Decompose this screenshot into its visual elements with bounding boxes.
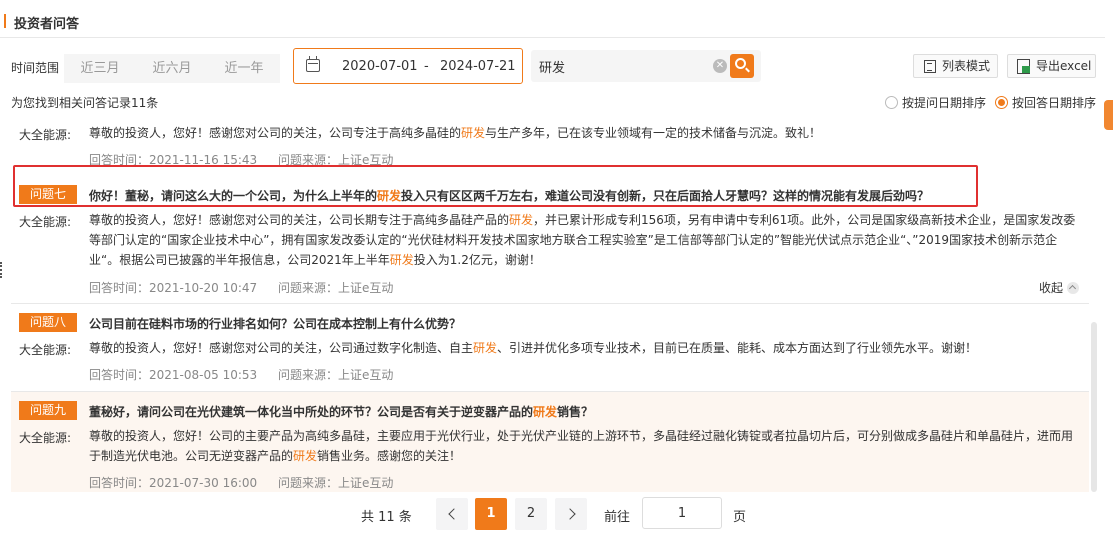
answer-meta: 回答时间：2021-11-16 15:43 问题来源：上证e互动 [89, 153, 394, 167]
radio-icon [885, 96, 898, 109]
qa-item: 问题九 董秘好，请问公司在光伏建筑一体化当中所处的环节？公司是否有关于逆变器产品… [11, 391, 1089, 492]
answer-label: 大全能源: [19, 431, 72, 445]
list-icon [924, 60, 936, 73]
answer-time: 2021-11-16 15:43 [149, 153, 258, 167]
date-range-picker[interactable]: 2020-07-01 - 2024-07-21 [293, 48, 523, 84]
list-scrollbar[interactable] [1091, 322, 1097, 492]
answer-text: 尊敬的投资人，您好！感谢您对公司的关注，公司长期专注于高纯多晶硅产品的研发，并已… [89, 213, 1076, 267]
search-input[interactable] [539, 56, 699, 76]
collapse-button[interactable]: 收起 [1039, 279, 1079, 296]
date-separator: - [424, 59, 429, 74]
sort-by-answer-date-radio[interactable]: 按回答日期排序 [995, 94, 1096, 111]
question-row[interactable]: 问题九 董秘好，请问公司在光伏建筑一体化当中所处的环节？公司是否有关于逆变器产品… [11, 398, 1089, 422]
prev-page-button[interactable] [436, 498, 468, 530]
time-range-label: 时间范围 [11, 61, 60, 75]
filter-bar: 时间范围 近三月 近六月 近一年 2020-07-01 - 2024-07-21… [0, 46, 1113, 86]
sort-by-ask-date-radio[interactable]: 按提问日期排序 [885, 94, 986, 111]
question-text: 公司目前在硅料市场的行业排名如何？公司在成本控制上有什么优势？ [89, 317, 462, 331]
chevron-left-icon [447, 508, 460, 520]
qa-item: 问题八 公司目前在硅料市场的行业排名如何？公司在成本控制上有什么优势？ 大全能源… [11, 303, 1089, 389]
question-tag: 问题八 [19, 313, 77, 332]
section-header: 投资者问答 [0, 0, 1105, 38]
answer-meta: 回答时间：2021-08-05 10:53 问题来源：上证e互动 [89, 368, 394, 382]
question-source: 上证e互动 [338, 153, 394, 167]
question-text: 你好！董秘，请问这么大的一个公司，为什么上半年的研发投入只有区区两千万左右，难道… [89, 189, 930, 203]
range-button-group: 近三月 近六月 近一年 [64, 54, 280, 83]
goto-label: 前往 [604, 510, 631, 525]
pagination: 共 11 条 1 2 前往 页 [0, 496, 1113, 532]
qa-list: 大全能源: 尊敬的投资人，您好！感谢您对公司的关注，公司专注于高纯多晶硅的研发与… [11, 114, 1089, 492]
answer-time: 2021-10-20 10:47 [149, 281, 258, 295]
export-excel-button[interactable]: 导出excel [1007, 54, 1096, 78]
drag-handle[interactable] [0, 262, 3, 278]
answer-text: 尊敬的投资人，您好！公司的主要产品为高纯多晶硅，主要应用于光伏行业，处于光伏产业… [89, 429, 1074, 463]
list-mode-button[interactable]: 列表模式 [913, 54, 998, 78]
question-tag: 问题七 [19, 185, 77, 204]
question-tag: 问题九 [19, 401, 77, 420]
qa-item: 大全能源: 尊敬的投资人，您好！感谢您对公司的关注，公司专注于高纯多晶硅的研发与… [11, 114, 1089, 167]
answer-label: 大全能源: [19, 215, 72, 229]
page-1-button[interactable]: 1 [475, 498, 507, 530]
radio-selected-icon [995, 96, 1008, 109]
goto-page-input[interactable] [642, 497, 722, 529]
title-accent-bar [4, 14, 6, 28]
next-page-button[interactable] [555, 498, 587, 530]
question-source: 上证e互动 [338, 281, 394, 295]
page-unit-label: 页 [733, 510, 747, 525]
date-end[interactable]: 2024-07-21 [440, 59, 516, 74]
sort-by-ask-date-label: 按提问日期排序 [902, 96, 987, 110]
range-1-year-button[interactable]: 近一年 [208, 54, 280, 83]
question-row[interactable]: 问题七 你好！董秘，请问这么大的一个公司，为什么上半年的研发投入只有区区两千万左… [11, 182, 1089, 206]
clear-icon[interactable]: ✕ [713, 59, 727, 73]
answer-label: 大全能源: [19, 343, 72, 357]
list-mode-label: 列表模式 [942, 59, 991, 73]
question-text: 董秘好，请问公司在光伏建筑一体化当中所处的环节？公司是否有关于逆变器产品的研发销… [89, 405, 594, 419]
answer-text: 尊敬的投资人，您好！感谢您对公司的关注，公司通过数字化制造、自主研发、引进并优化… [89, 341, 978, 355]
answer-meta: 回答时间：2021-10-20 10:47 问题来源：上证e互动 [89, 281, 394, 295]
search-box: ✕ [531, 50, 761, 82]
question-source: 上证e互动 [338, 476, 394, 490]
question-row[interactable]: 问题八 公司目前在硅料市场的行业排名如何？公司在成本控制上有什么优势？ [11, 310, 1089, 334]
side-tab[interactable] [1104, 100, 1113, 130]
page-2-button[interactable]: 2 [515, 498, 547, 530]
answer-meta: 回答时间：2021-07-30 16:00 问题来源：上证e互动 [89, 476, 394, 490]
total-count: 共 11 条 [361, 510, 412, 525]
chevron-up-icon [1067, 281, 1079, 294]
calendar-icon [306, 56, 320, 72]
qa-item: 问题七 你好！董秘，请问这么大的一个公司，为什么上半年的研发投入只有区区两千万左… [11, 172, 1089, 300]
search-button[interactable] [730, 54, 754, 78]
range-3-months-button[interactable]: 近三月 [64, 54, 136, 83]
question-source: 上证e互动 [338, 368, 394, 382]
sort-by-answer-date-label: 按回答日期排序 [1012, 96, 1097, 110]
chevron-right-icon [563, 508, 576, 520]
range-6-months-button[interactable]: 近六月 [136, 54, 208, 83]
page-title: 投资者问答 [14, 17, 80, 32]
answer-time: 2021-07-30 16:00 [149, 476, 258, 490]
answer-text: 尊敬的投资人，您好！感谢您对公司的关注，公司专注于高纯多晶硅的研发与生产多年，已… [89, 126, 822, 140]
export-label: 导出excel [1036, 59, 1092, 73]
answer-label: 大全能源: [19, 128, 72, 142]
excel-icon [1017, 59, 1030, 74]
answer-time: 2021-08-05 10:53 [149, 368, 258, 382]
date-start[interactable]: 2020-07-01 [342, 59, 418, 74]
search-icon [735, 58, 746, 69]
result-count: 为您找到相关问答记录11条 [11, 96, 159, 110]
